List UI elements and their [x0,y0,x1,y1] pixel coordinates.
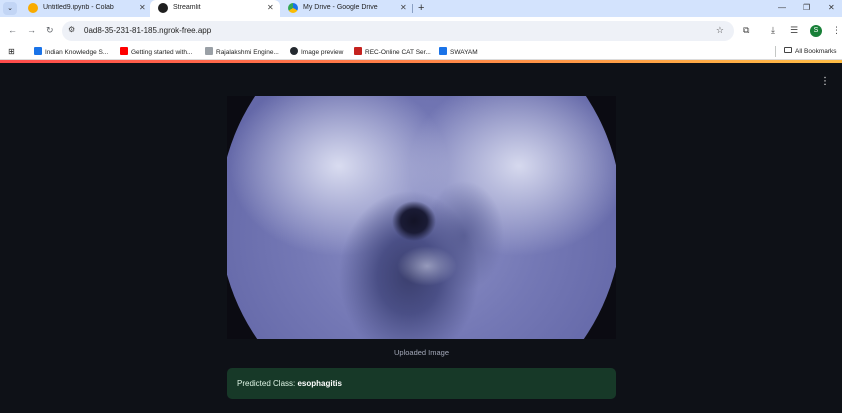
reload-icon[interactable]: ↻ [46,23,54,37]
bookmark-label: Indian Knowledge S... [45,49,109,56]
forward-icon[interactable]: → [27,23,36,37]
tab-streamlit[interactable]: Streamlit ✕ [150,0,280,17]
all-bookmarks-label: All Bookmarks [795,48,837,55]
all-bookmarks-button[interactable]: All Bookmarks [784,47,837,56]
app-main-menu-icon[interactable]: ⋮ [820,77,830,87]
streamlit-app: ⋮ Uploaded Image Predicted Class: esopha… [0,60,842,413]
restore-icon[interactable]: ❐ [803,2,810,14]
prediction-success-alert: Predicted Class: esophagitis [227,368,616,399]
bookmark-item[interactable]: Image preview [290,47,343,57]
close-tab-icon[interactable]: ✕ [267,3,274,13]
back-icon[interactable]: ← [8,23,17,37]
tab-title: My Drive - Google Drive [303,4,378,11]
image-caption: Uploaded Image [393,348,450,357]
swayam-icon [439,47,447,55]
bookmark-star-icon[interactable]: ☆ [716,25,724,36]
app-header-decoration [0,60,842,63]
close-tab-icon[interactable]: ✕ [139,3,146,13]
github-icon [290,47,298,55]
endoscopy-lesion [397,246,457,286]
youtube-icon [120,47,128,55]
close-tab-icon[interactable]: ✕ [400,3,407,13]
tab-title: Streamlit [173,4,201,11]
bookmark-label: Getting started with... [131,49,193,56]
prediction-text: Predicted Class: esophagitis [237,379,342,388]
bookmark-item[interactable]: Getting started with... [120,47,192,57]
tab-google-drive[interactable]: My Drive - Google Drive ✕ [280,0,412,17]
google-drive-icon [288,3,298,13]
endoscopy-image [227,96,616,339]
browser-tab-strip: ⌄ Untitled9.ipynb - Colab ✕ Streamlit ✕ … [0,0,842,17]
colab-icon [28,3,38,13]
download-icon[interactable]: ⤓ [771,25,775,36]
minimize-icon[interactable]: — [778,2,786,14]
uploaded-image [227,96,616,339]
bookmark-label: Rajalakshmi Engine... [216,49,279,56]
prediction-label: Predicted Class: [237,379,298,388]
streamlit-icon [158,3,168,13]
close-window-icon[interactable]: ✕ [828,2,835,14]
rec-icon [354,47,362,55]
bookmark-label: SWAYAM [450,49,478,56]
new-tab-button[interactable]: + [418,1,424,15]
browser-toolbar: ← → ↻ ⚙ 0ad8-35-231-81-185.ngrok-free.ap… [0,17,842,44]
bookmark-item[interactable]: SWAYAM [439,47,478,57]
bookmark-item[interactable]: Rajalakshmi Engine... [205,47,279,57]
profile-avatar[interactable]: S [810,25,822,37]
page-icon [205,47,213,55]
bookmark-label: REC-Online CAT Ser... [365,49,431,56]
address-bar[interactable]: ⚙ 0ad8-35-231-81-185.ngrok-free.app ☆ [62,21,734,41]
bookmark-item[interactable]: REC-Online CAT Ser... [354,47,431,57]
bookmarks-divider [775,46,776,57]
folder-icon [784,47,792,53]
apps-grid-icon[interactable]: ⊞ [8,47,15,56]
swayam-icon [34,47,42,55]
tab-search-menu-button[interactable]: ⌄ [3,2,17,15]
tab-title: Untitled9.ipynb - Colab [43,4,114,11]
tab-separator [412,4,413,13]
site-info-icon[interactable]: ⚙ [68,25,75,34]
more-menu-icon[interactable]: ⋮ [832,25,841,36]
bookmarks-bar: ⊞ Indian Knowledge S... Getting started … [0,44,842,60]
tab-colab[interactable]: Untitled9.ipynb - Colab ✕ [20,0,150,17]
bookmark-label: Image preview [301,49,344,56]
bookmark-item[interactable]: Indian Knowledge S... [34,47,108,57]
prediction-value: esophagitis [297,379,342,388]
reading-list-icon[interactable]: ☰ [790,25,798,36]
extensions-icon[interactable]: ⧉ [743,25,749,36]
url-text[interactable]: 0ad8-35-231-81-185.ngrok-free.app [84,26,211,35]
